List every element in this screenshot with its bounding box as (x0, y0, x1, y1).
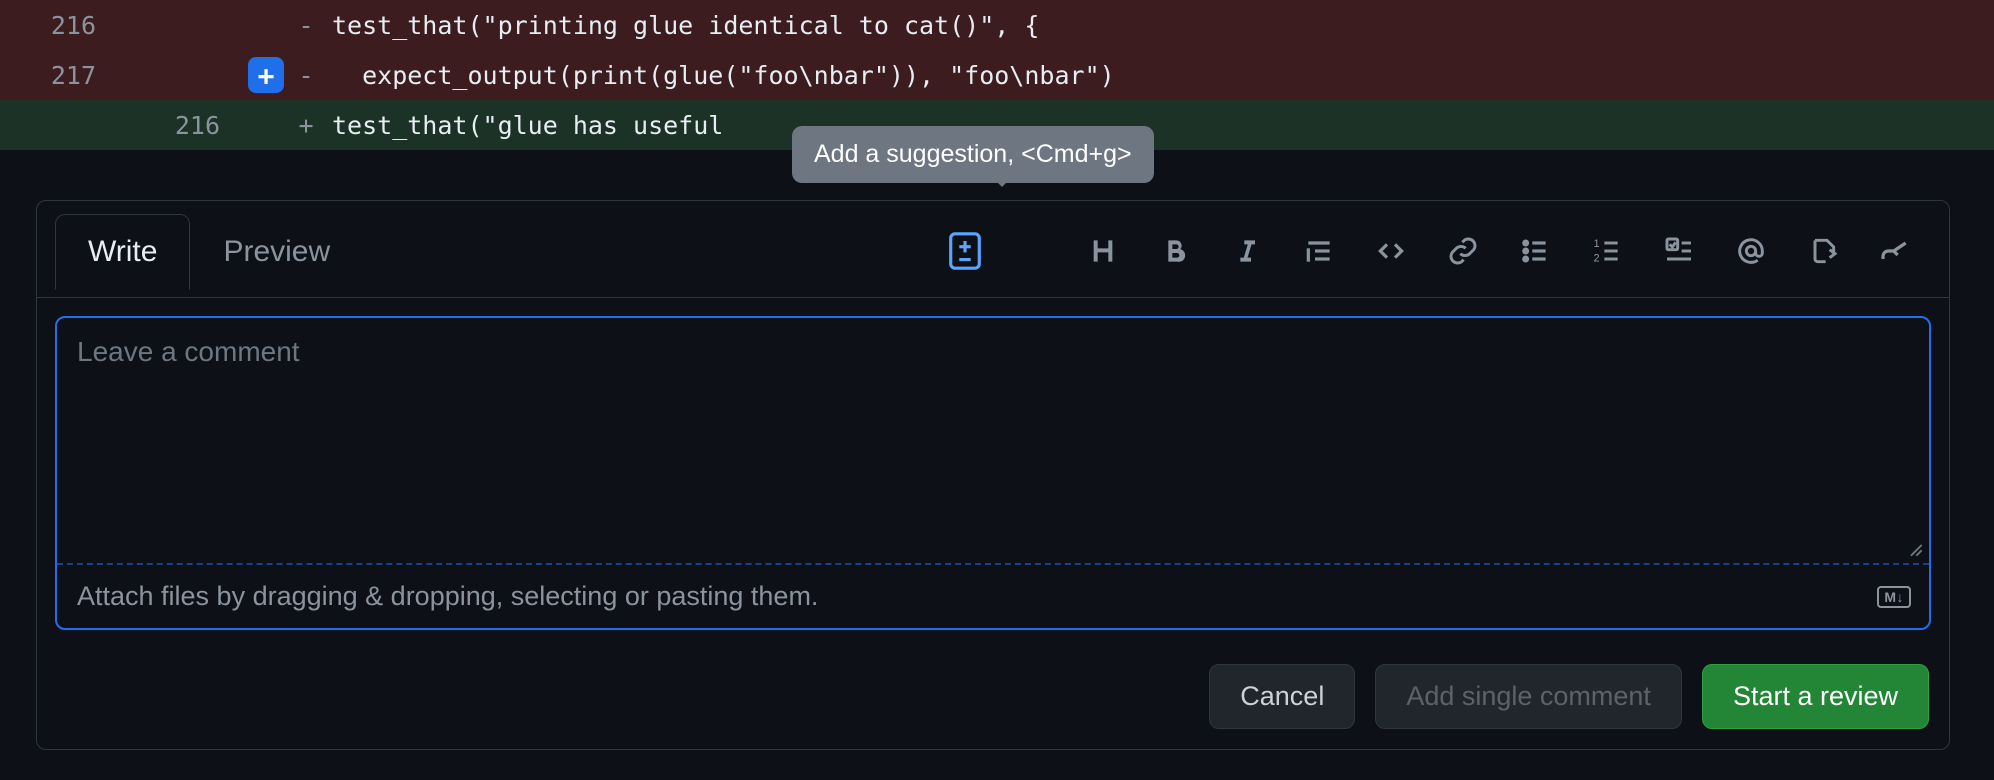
bold-icon[interactable] (1157, 233, 1193, 269)
unordered-list-icon[interactable] (1517, 233, 1553, 269)
comment-textarea[interactable] (57, 318, 1929, 558)
svg-text:1: 1 (1594, 238, 1600, 250)
tab-preview[interactable]: Preview (190, 214, 363, 290)
comment-editor: Write Preview (36, 200, 1950, 750)
new-line-number: 216 (124, 111, 248, 140)
diff-sign: + (288, 111, 324, 140)
old-line-number: 217 (0, 61, 124, 90)
markdown-badge-icon[interactable]: M↓ (1877, 586, 1911, 608)
add-comment-button[interactable]: + (248, 57, 284, 93)
mention-icon[interactable] (1733, 233, 1769, 269)
editor-tabbar: Write Preview (37, 201, 1949, 297)
resize-handle-icon[interactable] (1907, 541, 1923, 557)
start-review-button[interactable]: Start a review (1702, 664, 1929, 729)
diff-code: test_that("glue has useful (324, 111, 1994, 140)
cancel-button[interactable]: Cancel (1209, 664, 1355, 729)
button-label: Start a review (1733, 681, 1898, 711)
tooltip-text: Add a suggestion, <Cmd+g> (814, 140, 1132, 168)
code-icon[interactable] (1373, 233, 1409, 269)
attach-hint-text: Attach files by dragging & dropping, sel… (77, 581, 818, 612)
tab-label: Preview (223, 235, 330, 268)
button-label: Cancel (1240, 681, 1324, 711)
comment-field-wrap: Attach files by dragging & dropping, sel… (55, 316, 1931, 630)
diff-row: 217 + - expect_output(print(glue("foo\nb… (0, 50, 1994, 100)
task-list-icon[interactable] (1661, 233, 1697, 269)
tab-label: Write (88, 235, 157, 268)
ordered-list-icon[interactable]: 12 (1589, 233, 1625, 269)
editor-toolbar: 12 (947, 233, 1931, 269)
diff-code: test_that("printing glue identical to ca… (324, 11, 1994, 40)
quote-icon[interactable] (1301, 233, 1337, 269)
reply-icon[interactable] (1877, 233, 1913, 269)
attach-hint-row[interactable]: Attach files by dragging & dropping, sel… (57, 563, 1929, 628)
diff-sign: - (288, 11, 324, 40)
old-line-number: 216 (0, 11, 124, 40)
add-single-comment-button[interactable]: Add single comment (1375, 664, 1682, 729)
svg-text:2: 2 (1594, 253, 1600, 265)
suggestion-icon[interactable] (947, 233, 983, 269)
link-icon[interactable] (1445, 233, 1481, 269)
heading-icon[interactable] (1085, 233, 1121, 269)
diff-sign: - (288, 61, 324, 90)
diff-row: 216 - test_that("printing glue identical… (0, 0, 1994, 50)
plus-icon: + (258, 59, 275, 92)
button-label: Add single comment (1406, 681, 1651, 711)
diff-code: expect_output(print(glue("foo\nbar")), "… (324, 61, 1994, 90)
cross-reference-icon[interactable] (1805, 233, 1841, 269)
suggestion-tooltip: Add a suggestion, <Cmd+g> (792, 126, 1154, 183)
italic-icon[interactable] (1229, 233, 1265, 269)
editor-footer: Cancel Add single comment Start a review (37, 648, 1949, 749)
tab-write[interactable]: Write (55, 214, 190, 290)
